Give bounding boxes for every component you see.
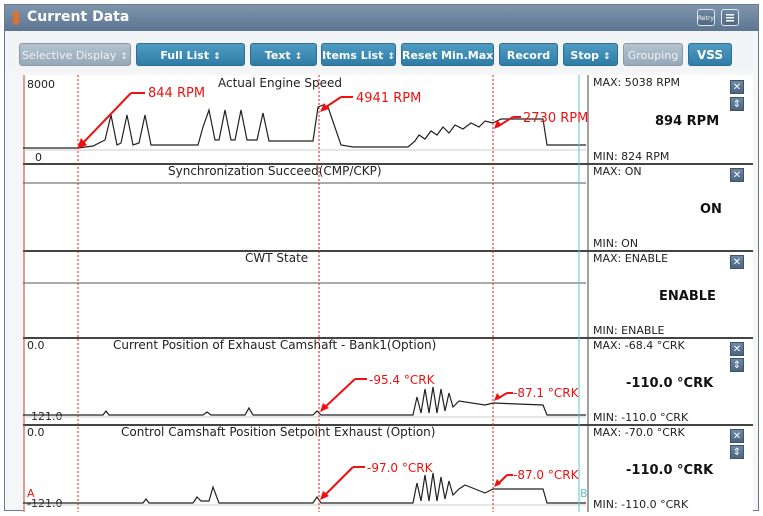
spinner-icon: ↕	[603, 52, 611, 62]
reset-minmax-button[interactable]: Reset Min.Max	[401, 43, 494, 66]
menu-icon[interactable]	[721, 9, 739, 26]
selective-display-label: Selective Display	[22, 49, 117, 62]
vss-button[interactable]: VSS	[688, 43, 732, 66]
row3-title: CWT State	[245, 251, 308, 265]
row3-close-icon[interactable]: ✕	[730, 255, 744, 269]
selective-display-button[interactable]: Selective Display ↕	[19, 43, 131, 66]
text-label: Text	[264, 49, 291, 62]
spinner-icon: ↕	[387, 52, 395, 62]
row5-expand-icon[interactable]: ⇕	[730, 445, 744, 459]
graph-panel: 8000 0 Actual Engine Speed Synchronizati…	[23, 75, 753, 512]
row3-min: MIN: ENABLE	[593, 324, 665, 337]
row5-min: MIN: -110.0 °CRK	[593, 498, 689, 511]
row2-close-icon[interactable]: ✕	[730, 168, 744, 182]
retry-label: Retry	[698, 15, 714, 22]
record-button[interactable]: Record	[499, 43, 558, 66]
full-list-button[interactable]: Full List ↕	[136, 43, 245, 66]
row1-min: MIN: 824 RPM	[593, 150, 669, 163]
title-bar: Current Data Retry	[5, 5, 758, 31]
row1-close-icon[interactable]: ✕	[730, 80, 744, 94]
row1-y-top: 8000	[27, 78, 55, 91]
row2-title: Synchronization Succeed(CMP/CKP)	[168, 164, 382, 178]
app-icon	[13, 11, 19, 25]
row4-annotation-2-text: -87.1 °CRK	[513, 386, 580, 400]
row4-max: MAX: -68.4 °CRK	[593, 339, 686, 352]
current-data-window: Current Data Retry Selective Display ↕ Fu…	[4, 4, 759, 512]
text-button[interactable]: Text ↕	[250, 43, 317, 66]
row5-close-icon[interactable]: ✕	[730, 429, 744, 443]
menu-glyph	[726, 14, 734, 22]
items-list-label: Items List	[322, 49, 384, 62]
row4-current: -110.0 °CRK	[626, 376, 714, 391]
row4-y-top: 0.0	[27, 339, 45, 352]
items-list-button[interactable]: Items List ↕	[321, 43, 396, 66]
spinner-icon: ↕	[213, 52, 221, 62]
row1-annotation-1-text: 844 RPM	[148, 86, 205, 101]
cursor-a-label: A	[27, 487, 35, 500]
row5-annotation-1-text: -97.0 °CRK	[367, 461, 434, 475]
stop-label: Stop	[570, 49, 600, 62]
row5-title: Control Camshaft Position Setpoint Exhau…	[121, 425, 435, 439]
row4-annotation-1-text: -95.4 °CRK	[369, 373, 436, 387]
row1-current: 894 RPM	[655, 114, 719, 129]
spinner-icon: ↕	[120, 52, 128, 62]
row5-max: MAX: -70.0 °CRK	[593, 426, 686, 439]
retry-icon[interactable]: Retry	[697, 9, 715, 26]
row1-title: Actual Engine Speed	[218, 76, 342, 90]
row1-y-bottom: 0	[35, 151, 42, 164]
full-list-label: Full List	[160, 49, 210, 62]
row4-close-icon[interactable]: ✕	[730, 342, 744, 356]
row1-annotation-3-text: 2730 RPM	[523, 111, 588, 126]
toolbar: Selective Display ↕ Full List ↕ Text ↕ Item…	[5, 31, 758, 71]
row1-annotation-2-text: 4941 RPM	[356, 91, 421, 106]
row4-expand-icon[interactable]: ⇕	[730, 358, 744, 372]
row3-current: ENABLE	[659, 289, 716, 304]
row5-y-top: 0.0	[27, 426, 45, 439]
row5-current: -110.0 °CRK	[626, 463, 714, 478]
spinner-icon: ↕	[294, 52, 303, 62]
row1-max: MAX: 5038 RPM	[593, 76, 680, 89]
grouping-button[interactable]: Grouping	[623, 43, 683, 66]
row2-current: ON	[700, 202, 722, 217]
row3-max: MAX: ENABLE	[593, 252, 668, 265]
row5-annotation-2-text: -87.0 °CRK	[513, 468, 580, 482]
graph-area: 8000 0 Actual Engine Speed Synchronizati…	[23, 75, 753, 512]
row2-min: MIN: ON	[593, 237, 638, 250]
row2-max: MAX: ON	[593, 165, 642, 178]
row1-expand-icon[interactable]: ⇕	[730, 97, 744, 111]
stop-button[interactable]: Stop ↕	[563, 43, 618, 66]
window-title: Current Data	[27, 9, 130, 25]
cursor-b-label: B	[580, 487, 588, 500]
row4-title: Current Position of Exhaust Camshaft - B…	[113, 338, 436, 352]
row4-min: MIN: -110.0 °CRK	[593, 411, 689, 424]
